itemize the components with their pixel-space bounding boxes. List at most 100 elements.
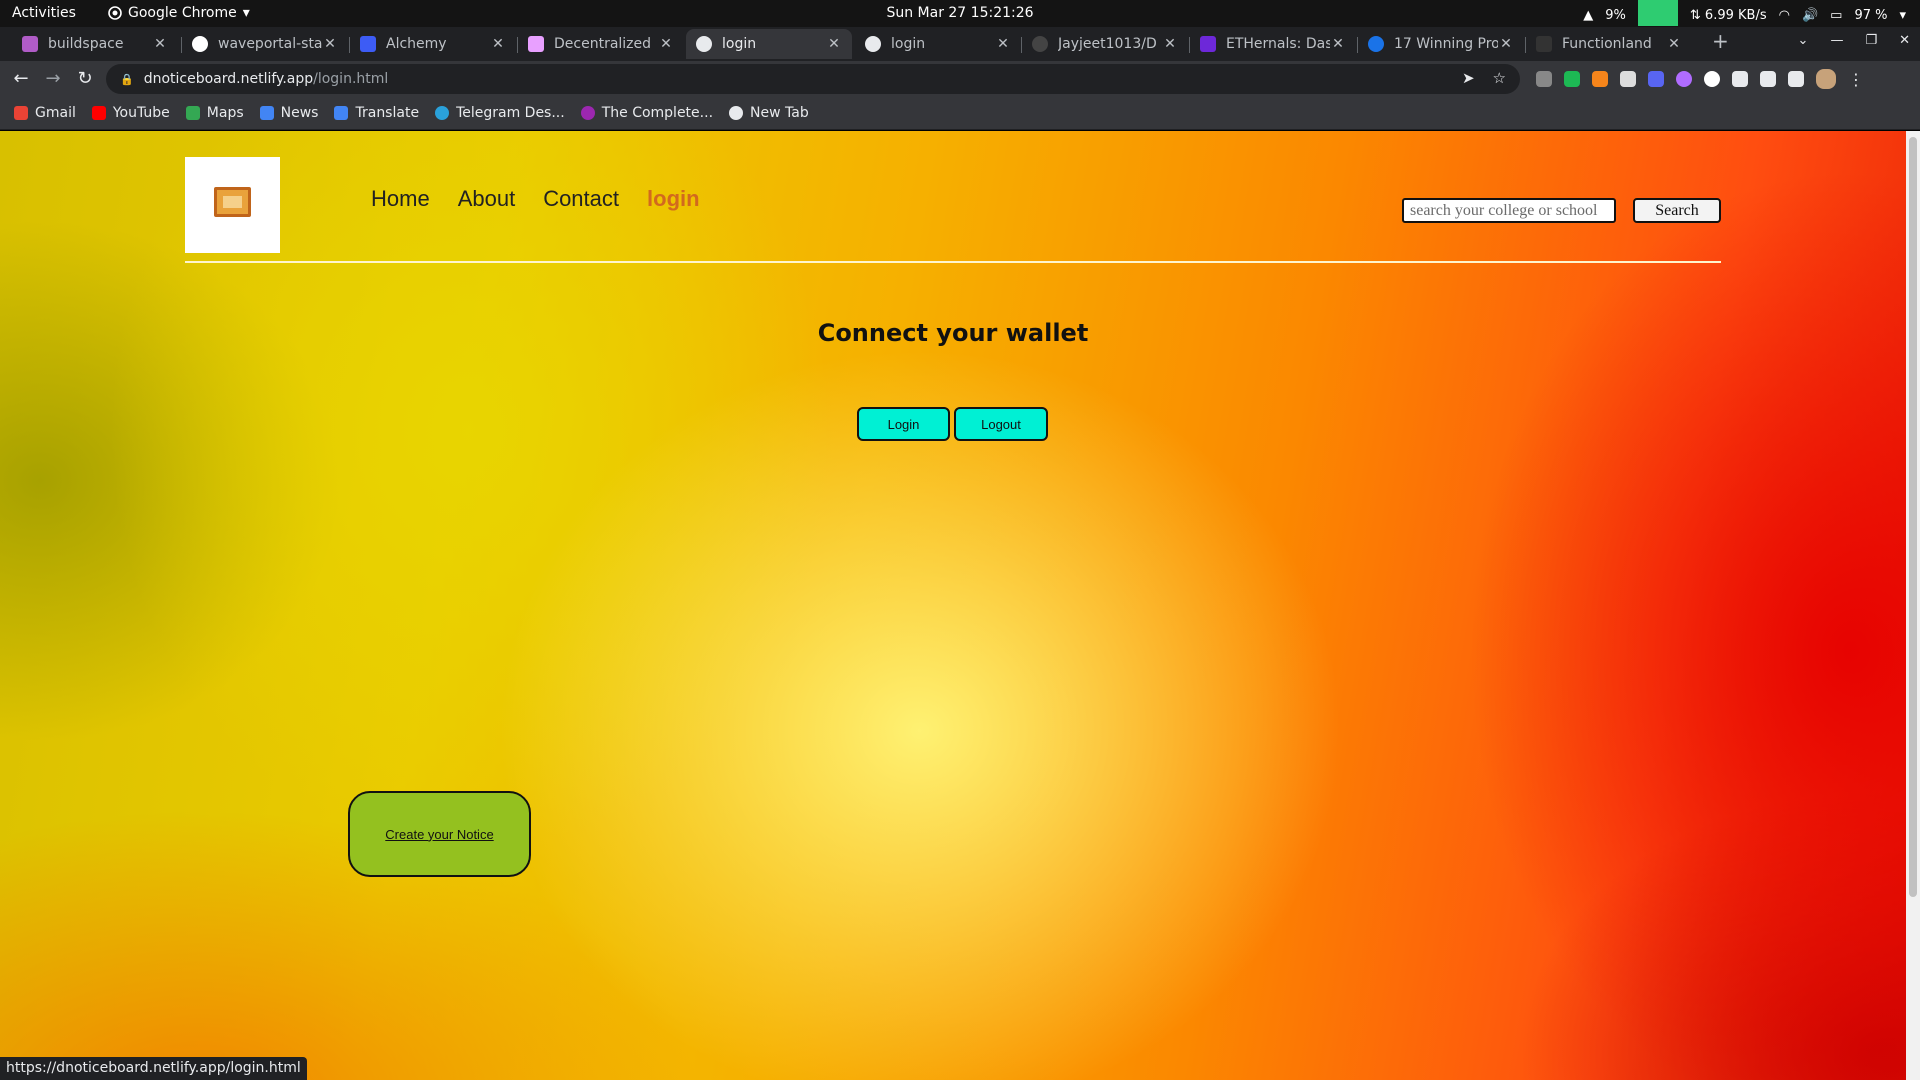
new-tab-icon[interactable]: + bbox=[1712, 29, 1729, 53]
tab-strip: buildspace ✕ waveportal-sta ✕ Alchemy ✕ Dec… bbox=[0, 27, 1920, 61]
extension-icon[interactable] bbox=[1564, 71, 1580, 87]
github-favicon-icon bbox=[192, 36, 208, 52]
cpu-usage: 9% bbox=[1605, 7, 1626, 23]
bookmark-star-icon[interactable]: ☆ bbox=[1493, 69, 1506, 87]
page-scrollbar[interactable] bbox=[1906, 131, 1920, 1080]
close-icon[interactable]: ✕ bbox=[152, 36, 168, 52]
extension-icon[interactable] bbox=[1704, 71, 1720, 87]
url-path: /login.html bbox=[313, 71, 389, 87]
avatar[interactable] bbox=[1816, 69, 1836, 89]
lock-icon[interactable]: 🔒 bbox=[120, 73, 134, 86]
volume-icon: 🔊 bbox=[1801, 7, 1819, 23]
system-tray[interactable]: ▲ 9% ⇅ 6.99 KB/s ◠ 🔊 ▭ 97 % ▾ bbox=[1583, 0, 1906, 26]
logout-button[interactable]: Logout bbox=[954, 407, 1048, 441]
bookmark-telegram[interactable]: Telegram Des... bbox=[435, 105, 565, 121]
tab-search-chevron-icon[interactable]: ⌄ bbox=[1798, 33, 1809, 48]
minimize-icon[interactable]: — bbox=[1830, 33, 1843, 48]
tab[interactable]: login ✕ bbox=[855, 29, 1021, 59]
article-favicon-icon bbox=[1368, 36, 1384, 52]
tab-active[interactable]: login ✕ bbox=[686, 29, 852, 59]
create-notice-button[interactable]: Create your Notice bbox=[348, 791, 531, 877]
url-host: dnoticeboard.netlify.app bbox=[143, 71, 314, 87]
translate-icon bbox=[334, 106, 349, 120]
close-icon[interactable]: ✕ bbox=[1666, 36, 1682, 52]
close-icon[interactable]: ✕ bbox=[1162, 36, 1178, 52]
bookmark-maps[interactable]: Maps bbox=[185, 105, 244, 121]
metamask-icon[interactable] bbox=[1592, 71, 1608, 87]
battery-level: 97 % bbox=[1854, 7, 1888, 23]
bookmark-youtube[interactable]: YouTube bbox=[91, 105, 170, 121]
nav-login[interactable]: login bbox=[647, 186, 700, 212]
nav-home[interactable]: Home bbox=[371, 186, 430, 212]
search-input[interactable] bbox=[1402, 198, 1616, 223]
bookmark-news[interactable]: News bbox=[259, 105, 318, 121]
telegram-icon bbox=[435, 106, 450, 120]
tab[interactable]: Functionland ✕ bbox=[1526, 29, 1692, 59]
app-name: Google Chrome bbox=[128, 5, 237, 21]
bookmark-translate[interactable]: Translate bbox=[334, 105, 419, 121]
caret-down-icon: ▾ bbox=[1899, 7, 1906, 23]
app-menu[interactable]: Google Chrome ▾ bbox=[108, 5, 250, 21]
network-speed: ⇅ 6.99 KB/s bbox=[1689, 7, 1767, 23]
bookmarks-bar: Gmail YouTube Maps News Translate Telegr… bbox=[0, 97, 1920, 130]
tab[interactable]: buildspace ✕ bbox=[12, 29, 178, 59]
tab[interactable]: Alchemy ✕ bbox=[350, 29, 516, 59]
clock[interactable]: Sun Mar 27 15:21:26 bbox=[886, 5, 1033, 21]
extension-icon[interactable] bbox=[1648, 71, 1664, 87]
nav-contact[interactable]: Contact bbox=[543, 186, 619, 212]
login-button[interactable]: Login bbox=[857, 407, 950, 441]
bookmark-gmail[interactable]: Gmail bbox=[14, 105, 76, 121]
reload-icon[interactable]: ↻ bbox=[74, 68, 96, 89]
restore-icon[interactable]: ❐ bbox=[1865, 33, 1877, 48]
extension-icon[interactable] bbox=[1676, 71, 1692, 87]
extension-icon[interactable] bbox=[1536, 71, 1552, 87]
extension-icon[interactable] bbox=[1620, 71, 1636, 87]
tab[interactable]: Decentralized ✕ bbox=[518, 29, 684, 59]
address-bar[interactable]: 🔒 dnoticeboard.netlify.app/login.html ➤ … bbox=[106, 64, 1520, 94]
more-vert-icon[interactable]: ⋮ bbox=[1848, 70, 1864, 89]
scroll-thumb[interactable] bbox=[1909, 137, 1917, 897]
close-icon[interactable]: ✕ bbox=[1330, 36, 1346, 52]
news-icon bbox=[259, 106, 274, 120]
tab[interactable]: ETHernals: Das ✕ bbox=[1190, 29, 1356, 59]
close-window-icon[interactable]: ✕ bbox=[1899, 33, 1910, 48]
cpu-monitor-icon: ▲ bbox=[1583, 7, 1594, 23]
close-icon[interactable]: ✕ bbox=[490, 36, 506, 52]
bookmark-complete[interactable]: The Complete... bbox=[580, 105, 713, 121]
send-icon[interactable]: ➤ bbox=[1462, 69, 1475, 87]
bookmark-new-tab[interactable]: New Tab bbox=[729, 105, 809, 121]
chrome-icon bbox=[108, 6, 122, 20]
ethernals-favicon-icon bbox=[1200, 36, 1216, 52]
alchemy-favicon-icon bbox=[360, 36, 376, 52]
side-panel-icon[interactable] bbox=[1788, 71, 1804, 87]
back-arrow-icon[interactable]: ← bbox=[10, 68, 32, 89]
wifi-icon: ◠ bbox=[1778, 7, 1790, 23]
close-icon[interactable]: ✕ bbox=[322, 36, 338, 52]
reading-list-icon[interactable] bbox=[1760, 71, 1776, 87]
tab[interactable]: Jayjeet1013/D ✕ bbox=[1022, 29, 1188, 59]
udemy-icon bbox=[580, 106, 595, 120]
close-icon[interactable]: ✕ bbox=[995, 36, 1011, 52]
site-logo[interactable] bbox=[185, 157, 280, 253]
page-viewport: Home About Contact login Search Connect … bbox=[0, 131, 1906, 1080]
system-top-bar: Activities Google Chrome ▾ Sun Mar 27 15… bbox=[0, 0, 1920, 27]
globe-icon bbox=[865, 36, 881, 52]
search-button[interactable]: Search bbox=[1633, 198, 1721, 223]
tab[interactable]: waveportal-sta ✕ bbox=[182, 29, 348, 59]
close-icon[interactable]: ✕ bbox=[658, 36, 674, 52]
close-icon[interactable]: ✕ bbox=[826, 36, 842, 52]
forward-arrow-icon[interactable]: → bbox=[42, 68, 64, 89]
nav-about[interactable]: About bbox=[458, 186, 516, 212]
activities-button[interactable]: Activities bbox=[12, 5, 76, 21]
noticeboard-icon bbox=[214, 187, 251, 217]
youtube-icon bbox=[91, 106, 106, 120]
globe-icon bbox=[696, 36, 712, 52]
close-icon[interactable]: ✕ bbox=[1498, 36, 1514, 52]
header-divider bbox=[185, 261, 1721, 263]
tab[interactable]: 17 Winning Pro ✕ bbox=[1358, 29, 1524, 59]
puzzle-icon[interactable] bbox=[1732, 71, 1748, 87]
browser-toolbar: ← → ↻ 🔒 dnoticeboard.netlify.app/login.h… bbox=[0, 61, 1920, 97]
extensions-area: ⋮ bbox=[1536, 69, 1864, 89]
caret-down-icon: ▾ bbox=[242, 5, 250, 21]
window-controls: ⌄ — ❐ ✕ bbox=[1798, 33, 1910, 48]
